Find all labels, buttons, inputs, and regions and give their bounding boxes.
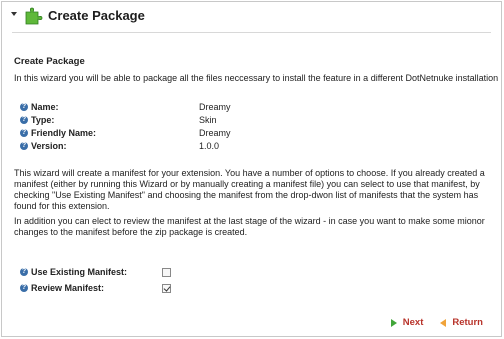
package-properties: ? Name: Dreamy ? Type: Skin ? Friendly N… (20, 100, 259, 152)
property-row-version: ? Version: 1.0.0 (20, 139, 259, 152)
section-title: Create Package (14, 56, 85, 67)
property-label: Name: (31, 101, 59, 112)
help-icon[interactable]: ? (20, 268, 28, 276)
manifest-options: ? Use Existing Manifest: ? Review Manife… (20, 264, 171, 296)
review-manifest-checkbox[interactable] (162, 283, 171, 293)
property-row-friendly-name: ? Friendly Name: Dreamy (20, 126, 259, 139)
help-icon[interactable]: ? (20, 128, 28, 137)
help-icon[interactable]: ? (20, 102, 28, 111)
arrow-right-icon (390, 318, 397, 327)
puzzle-piece-icon (25, 7, 43, 25)
property-value: Dreamy (199, 101, 231, 112)
header-divider (12, 32, 491, 33)
next-label: Next (402, 317, 424, 328)
arrow-left-icon (440, 318, 447, 327)
help-icon[interactable]: ? (20, 284, 28, 292)
module-frame: Create Package Create Package In this wi… (1, 1, 502, 337)
next-button[interactable]: Next (390, 317, 424, 328)
property-value: 1.0.0 (199, 140, 220, 151)
help-icon[interactable]: ? (20, 115, 28, 124)
property-label: Friendly Name: (31, 127, 97, 138)
collapse-caret-icon[interactable] (11, 12, 17, 16)
property-row-type: ? Type: Skin (20, 113, 259, 126)
property-value: Skin (199, 114, 217, 125)
use-existing-manifest-checkbox[interactable] (162, 267, 171, 277)
description-paragraph: This wizard will create a manifest for y… (14, 168, 485, 211)
help-icon[interactable]: ? (20, 141, 28, 150)
module-header: Create Package (2, 2, 501, 32)
property-row-name: ? Name: Dreamy (20, 100, 259, 113)
option-label: Use Existing Manifest: (31, 267, 128, 277)
return-button[interactable]: Return (440, 317, 483, 328)
property-value: Dreamy (199, 127, 231, 138)
option-review-manifest: ? Review Manifest: (20, 280, 171, 296)
option-use-existing-manifest: ? Use Existing Manifest: (20, 264, 171, 280)
wizard-actions: Next Return (390, 317, 483, 328)
property-label: Version: (31, 140, 67, 151)
description-paragraph: In addition you can elect to review the … (14, 216, 485, 237)
intro-text: In this wizard you will be able to packa… (14, 73, 499, 83)
property-label: Type: (31, 114, 55, 125)
module-title: Create Package (48, 8, 145, 23)
return-label: Return (452, 317, 483, 328)
option-label: Review Manifest: (31, 283, 105, 293)
